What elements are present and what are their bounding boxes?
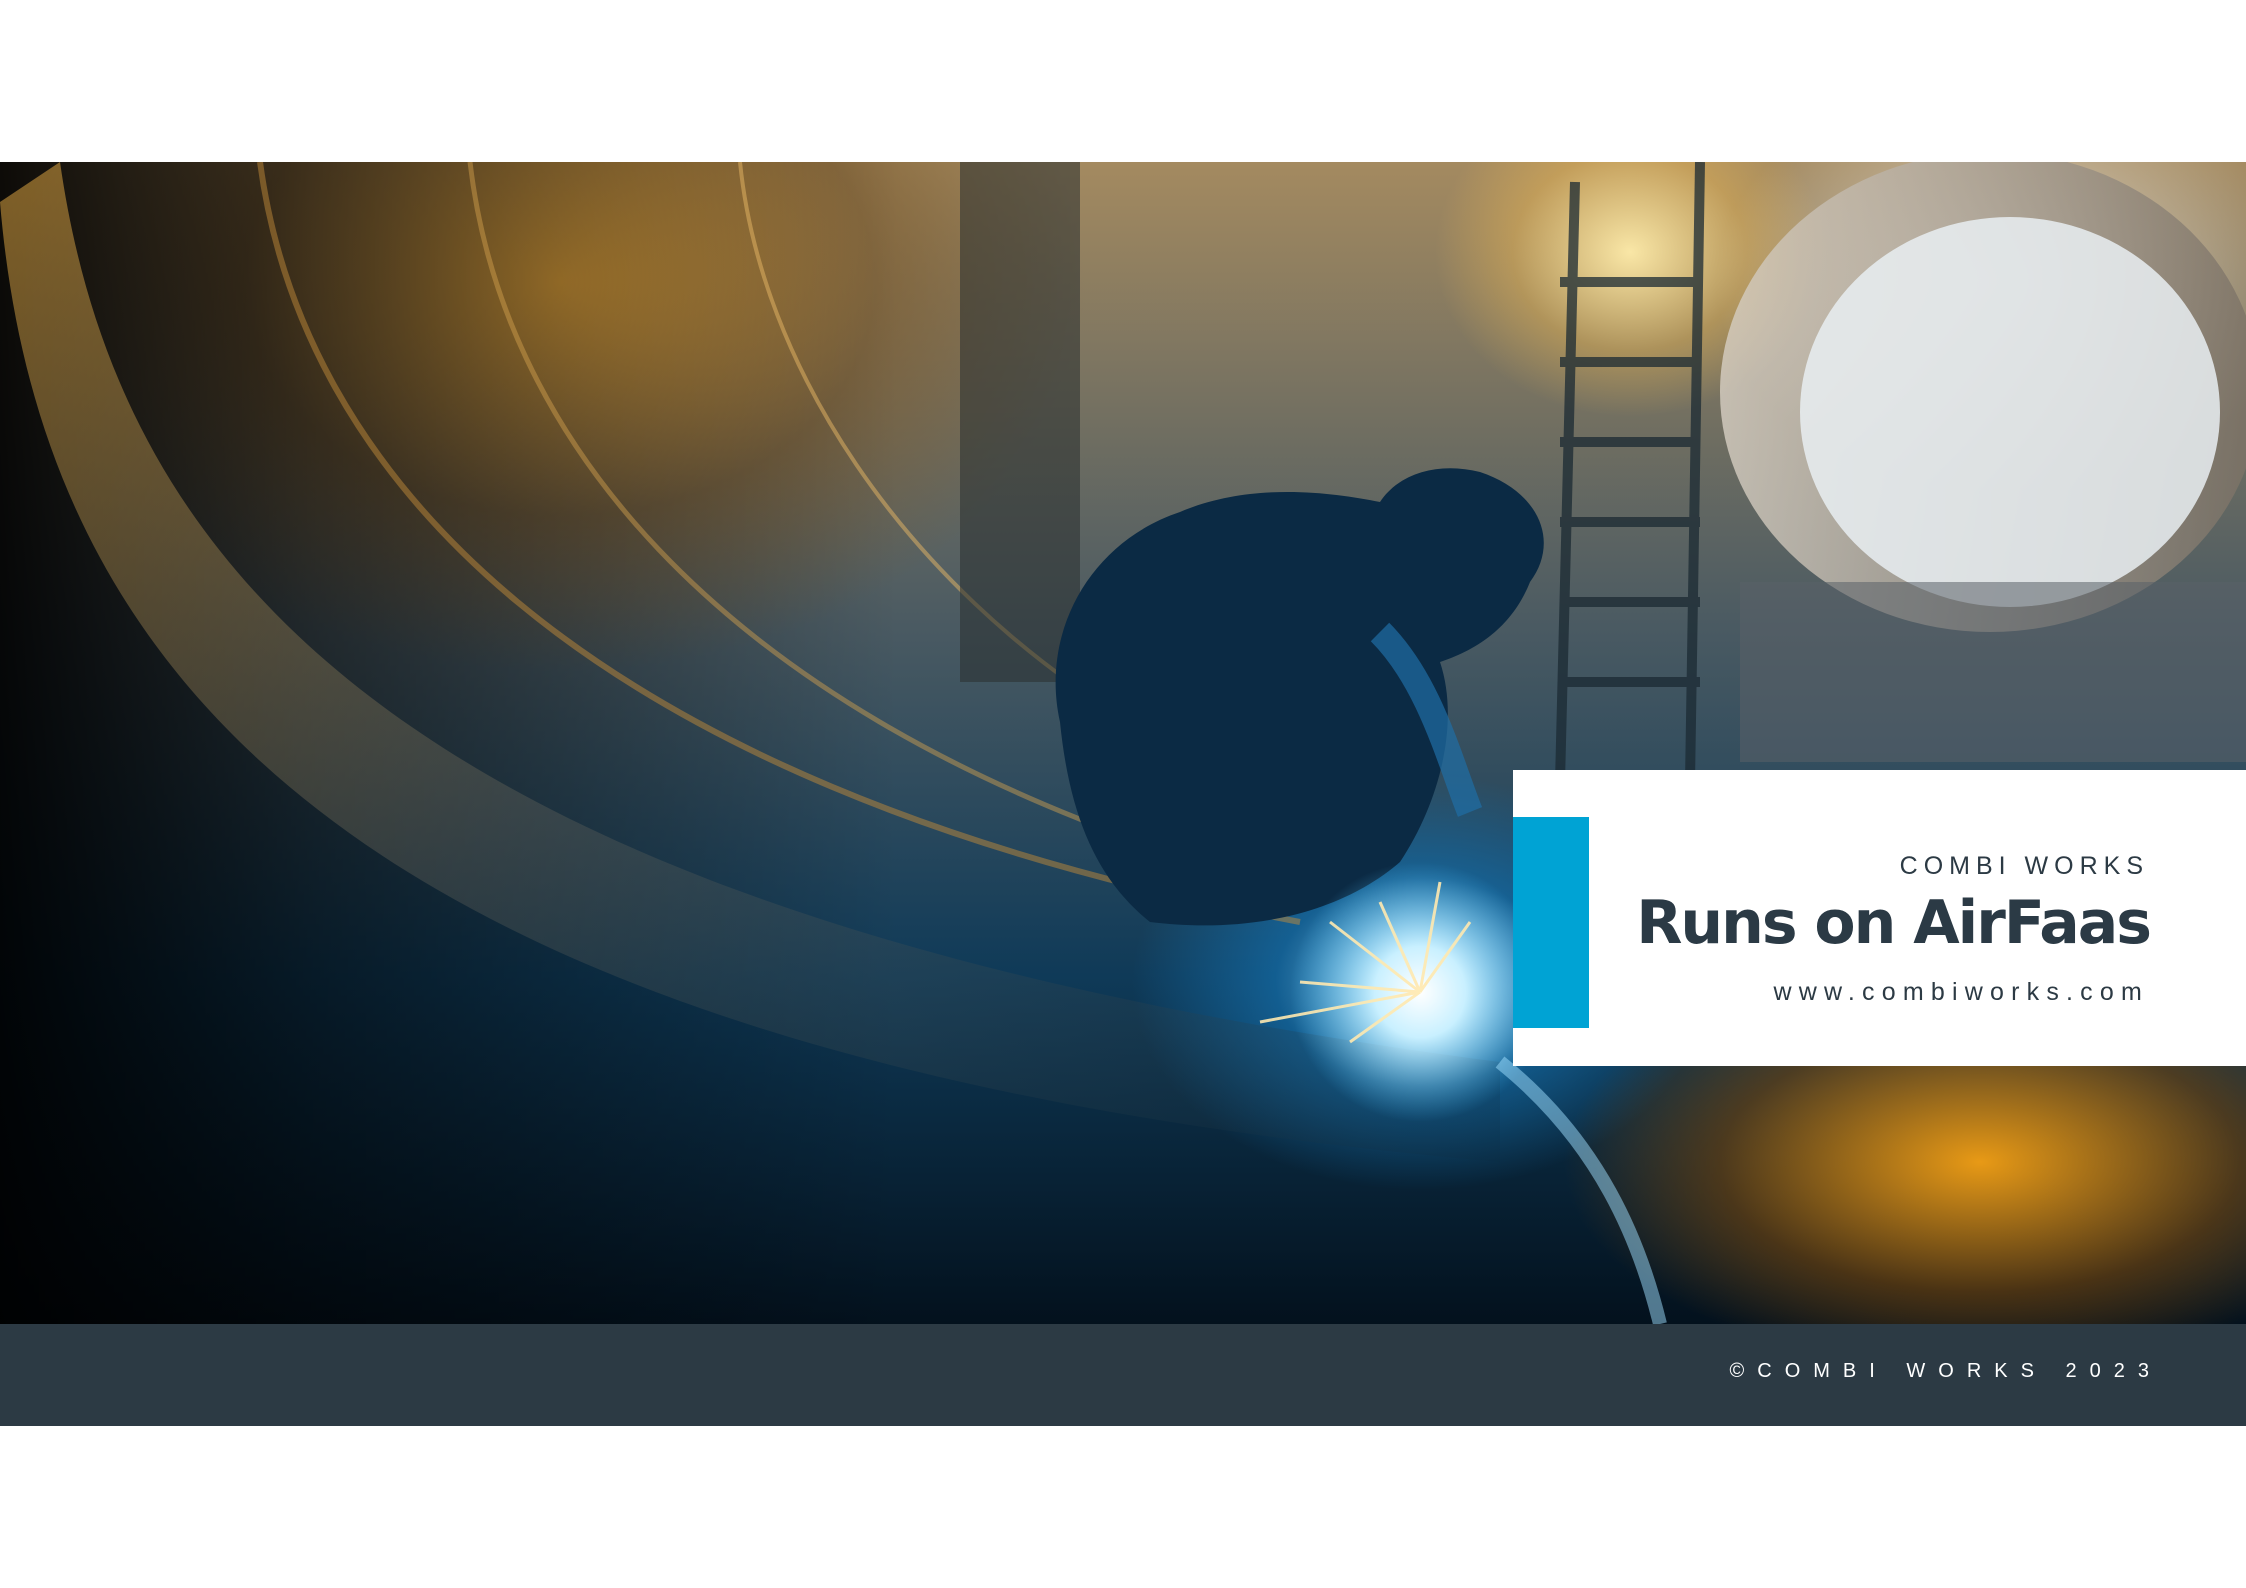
hero-photo xyxy=(0,162,2246,1324)
headline: Runs on AirFaas xyxy=(1636,888,2152,958)
accent-bar xyxy=(1513,817,1589,1028)
hero-illustration xyxy=(0,162,2246,1324)
website-link[interactable]: www.combiworks.com xyxy=(1774,978,2149,1007)
copyright-text: ©COMBI WORKS 2023 xyxy=(1729,1360,2162,1382)
footer-bar: ©COMBI WORKS 2023 xyxy=(0,1324,2246,1426)
company-eyebrow: COMBI WORKS xyxy=(1899,852,2149,880)
title-card: COMBI WORKS Runs on AirFaas www.combiwor… xyxy=(1513,770,2246,1066)
